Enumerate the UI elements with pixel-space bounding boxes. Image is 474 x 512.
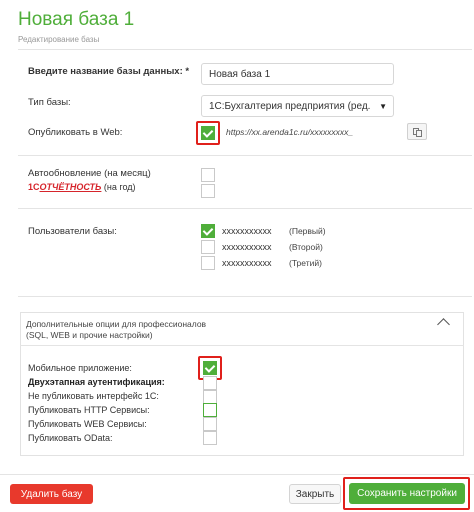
divider xyxy=(18,155,472,156)
user-checkbox-3[interactable] xyxy=(201,256,215,270)
copy-url-button[interactable] xyxy=(407,123,427,140)
divider xyxy=(18,296,472,297)
web-services-checkbox[interactable] xyxy=(203,417,217,431)
odata-label: Публиковать OData: xyxy=(28,433,113,443)
hide-1c-interface-label: Не публиковать интерфейс 1С: xyxy=(28,391,159,401)
user-name-3: xxxxxxxxxxx xyxy=(222,258,272,268)
http-services-label: Публиковать HTTP Сервисы: xyxy=(28,405,150,415)
advanced-options-title-line2: (SQL, WEB и прочие настройки) xyxy=(26,330,153,340)
reporting-logo-text: ОТЧЁТНОСТЬ xyxy=(39,182,102,192)
divider xyxy=(20,345,464,346)
publish-web-label: Опубликовать в Web: xyxy=(28,127,123,138)
users-label: Пользователи базы: xyxy=(28,226,117,237)
publish-url: https://xx.arenda1c.ru/xxxxxxxxx_ xyxy=(226,127,354,137)
page-subtitle: Редактирование базы xyxy=(18,35,100,44)
type-label: Тип базы: xyxy=(28,97,71,108)
two-factor-label: Двухэтапная аутентификация: xyxy=(28,377,165,387)
user-role-3: (Третий) xyxy=(289,258,322,268)
divider xyxy=(18,49,472,50)
advanced-options-title-line1: Дополнительные опции для профессионалов xyxy=(26,319,207,329)
footer-divider xyxy=(0,474,474,475)
web-services-label: Публиковать WEB Сервисы: xyxy=(28,419,147,429)
db-type-select[interactable]: 1С:Бухгалтерия предприятия (ред. ▼ xyxy=(201,95,394,117)
user-role-2: (Второй) xyxy=(289,242,323,252)
mobile-app-label: Мобильное приложение: xyxy=(28,363,132,373)
autoupdate-label: Автообновление (на месяц) xyxy=(28,168,151,179)
highlight-frame xyxy=(343,477,470,510)
user-name-2: xxxxxxxxxxx xyxy=(222,242,272,252)
name-input[interactable]: Новая база 1 xyxy=(201,63,394,85)
odata-checkbox[interactable] xyxy=(203,431,217,445)
reporting-checkbox[interactable] xyxy=(201,184,215,198)
delete-database-button[interactable]: Удалить базу xyxy=(10,484,93,504)
reporting-logo-1c: 1С xyxy=(28,182,40,192)
user-role-1: (Первый) xyxy=(289,226,326,236)
two-factor-checkbox[interactable] xyxy=(203,376,217,390)
http-services-checkbox[interactable] xyxy=(203,403,217,417)
divider xyxy=(18,208,472,209)
reporting-label: (на год) xyxy=(101,182,136,192)
page-title: Новая база 1 xyxy=(18,9,135,30)
header: Новая база 1 Редактирование базы xyxy=(0,0,474,48)
hide-1c-interface-checkbox[interactable] xyxy=(203,390,217,404)
user-checkbox-2[interactable] xyxy=(201,240,215,254)
reporting-logo: 1СОТЧЁТНОСТЬ (на год) xyxy=(28,182,136,192)
db-type-value: 1С:Бухгалтерия предприятия (ред. xyxy=(209,100,371,112)
user-name-1: xxxxxxxxxxx xyxy=(222,226,272,236)
user-checkbox-1[interactable] xyxy=(201,224,215,238)
close-button[interactable]: Закрыть xyxy=(289,484,341,504)
highlight-frame xyxy=(196,121,220,145)
chevron-down-icon: ▼ xyxy=(379,102,387,111)
autoupdate-checkbox[interactable] xyxy=(201,168,215,182)
advanced-options-title[interactable]: Дополнительные опции для профессионалов … xyxy=(26,319,206,341)
name-label: Введите название базы данных: * xyxy=(28,66,190,77)
